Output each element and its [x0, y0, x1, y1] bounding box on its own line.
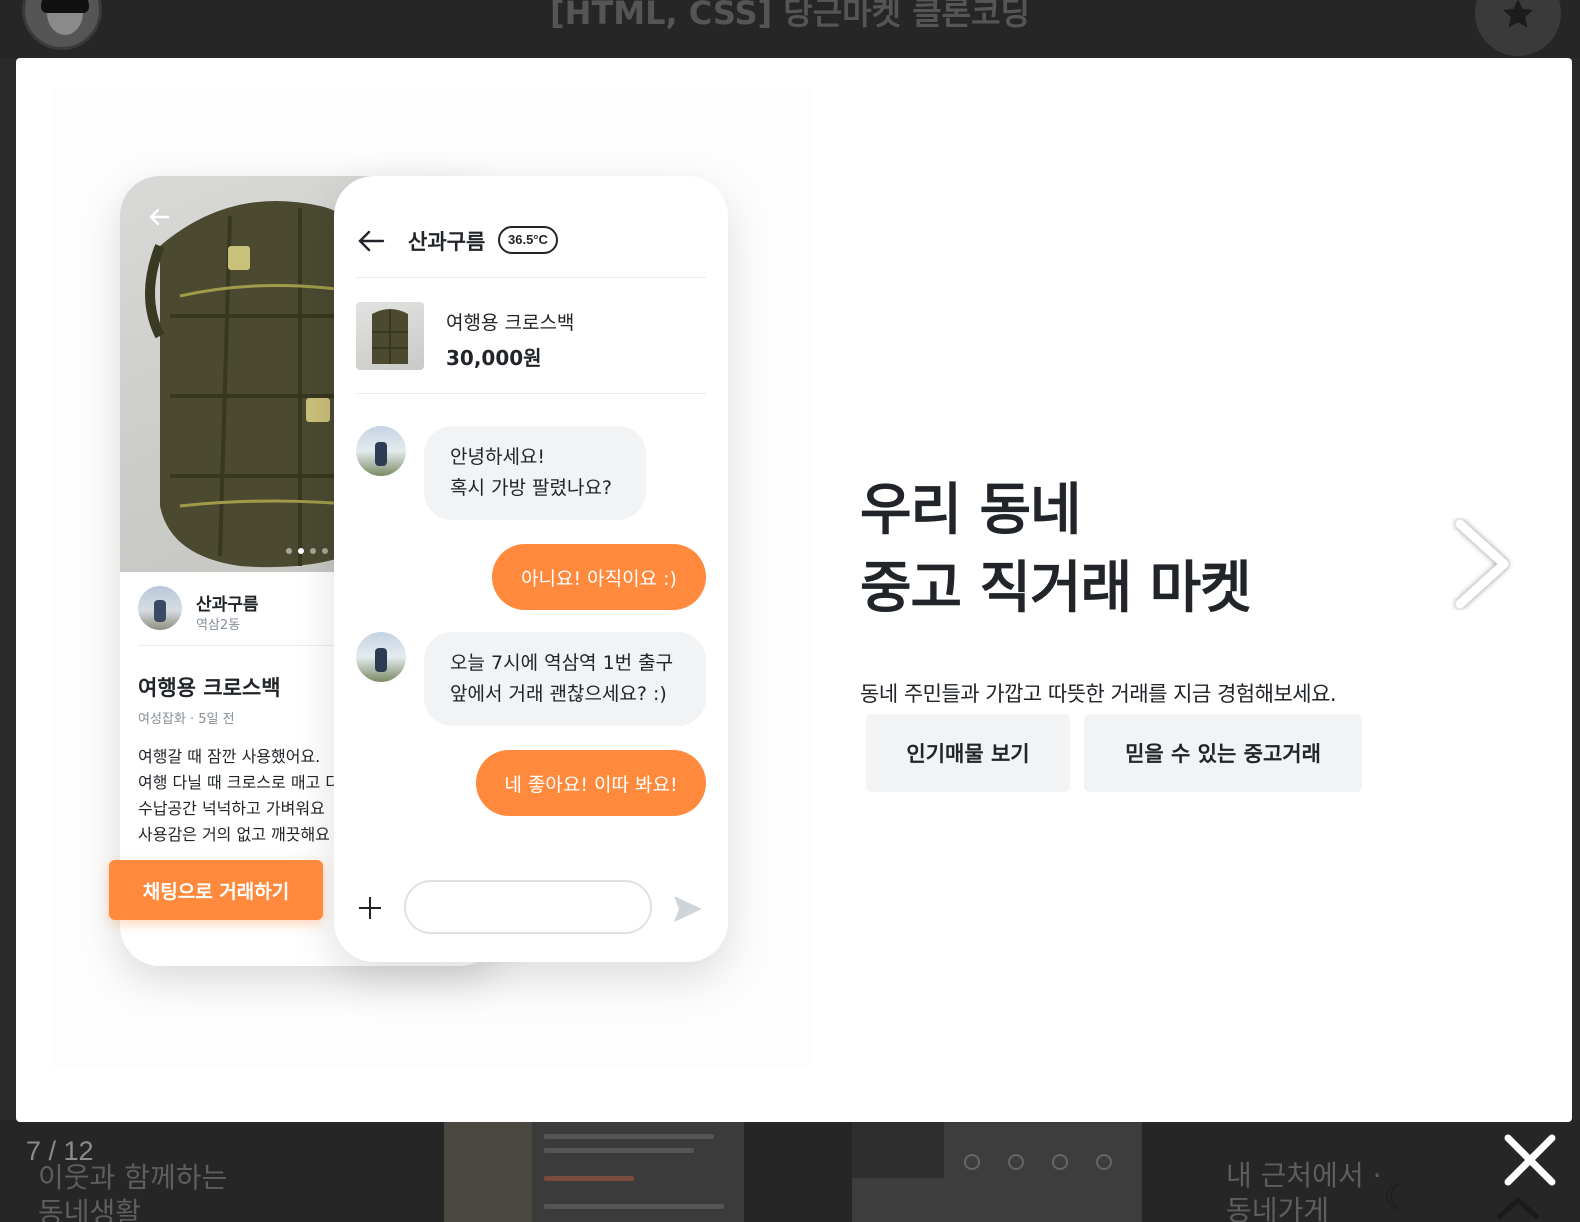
- thumbnail-community[interactable]: [444, 1120, 744, 1222]
- hero-subtext: 동네 주민들과 가깝고 따뜻한 거래를 지금 경험해보세요.: [860, 682, 1337, 706]
- hero-button-group: 인기매물 보기 믿을 수 있는 중고거래: [866, 714, 1362, 792]
- chat-message-received: 안녕하세요! 혹시 가방 팔렸나요?: [424, 426, 646, 520]
- trusted-trade-button[interactable]: 믿을 수 있는 중고거래: [1084, 714, 1362, 792]
- image-viewer-modal: 산과구름 역삼2동 여행용 크로스백 여성잡화 · 5일 전 여행갈 때 잠깐 …: [16, 58, 1572, 1122]
- chat-message-sent: 네 좋아요! 이따 봐요!: [476, 750, 706, 816]
- avatar: [138, 586, 182, 630]
- chat-product-card[interactable]: 여행용 크로스백 30,000원: [356, 294, 706, 394]
- chat-partner-name: 산과구름: [408, 230, 486, 254]
- page-header: [HTML, CSS] 당근마켓 클론코딩: [0, 0, 1580, 58]
- back-arrow-icon[interactable]: [356, 226, 386, 256]
- next-arrow-icon[interactable]: [1450, 518, 1514, 610]
- send-icon[interactable]: [672, 894, 704, 924]
- background-section-title: 이웃과 함께하는 동네생활: [38, 1161, 228, 1222]
- product-meta: 여성잡화 · 5일 전: [138, 712, 235, 727]
- popular-items-button[interactable]: 인기매물 보기: [866, 714, 1070, 792]
- chat-message-sent: 아니요! 아직이요 :): [492, 544, 706, 610]
- avatar: [356, 426, 406, 476]
- chevron-up-icon[interactable]: [1490, 1188, 1546, 1222]
- seller-location: 역삼2동: [196, 618, 241, 633]
- page-title: [HTML, CSS] 당근마켓 클론코딩: [550, 0, 1030, 32]
- chat-phone: 산과구름 36.5°C 여행용 크로스백 30,000원 안녕하세요! 혹시 가…: [334, 176, 728, 962]
- message-input[interactable]: [404, 880, 652, 934]
- star-icon: [1503, 0, 1533, 28]
- manner-temperature-badge: 36.5°C: [498, 226, 558, 254]
- chat-product-price: 30,000원: [446, 346, 542, 370]
- product-thumbnail: [356, 302, 424, 370]
- product-description: 여행갈 때 잠깐 사용했어요. 여행 다닐 때 크로스로 매고 다 수납공간 넉…: [138, 747, 341, 844]
- chat-product-title: 여행용 크로스백: [446, 312, 575, 334]
- background-section-title-2: 내 근처에서 · 동네가게: [1226, 1159, 1382, 1222]
- thumbnail-neighborhood[interactable]: [852, 1120, 1142, 1222]
- product-title: 여행용 크로스백: [138, 676, 281, 700]
- chat-trade-button[interactable]: 채팅으로 거래하기: [109, 860, 323, 920]
- seller-name: 산과구름: [196, 595, 259, 615]
- favorite-button[interactable]: [1475, 0, 1561, 56]
- photo-pagination: [286, 548, 328, 554]
- chat-header: 산과구름 36.5°C: [356, 220, 706, 278]
- avatar: [356, 632, 406, 682]
- hero-headline: 우리 동네 중고 직거래 마켓: [860, 478, 1252, 621]
- back-arrow-icon[interactable]: [148, 206, 170, 228]
- close-icon[interactable]: [1500, 1130, 1560, 1190]
- plus-icon[interactable]: [356, 894, 384, 922]
- chat-message-received: 오늘 7시에 역삼역 1번 출구 앞에서 거래 괜찮으세요? :): [424, 632, 706, 726]
- moon-icon[interactable]: ☾: [1383, 1178, 1413, 1218]
- chat-input-bar: [356, 880, 706, 936]
